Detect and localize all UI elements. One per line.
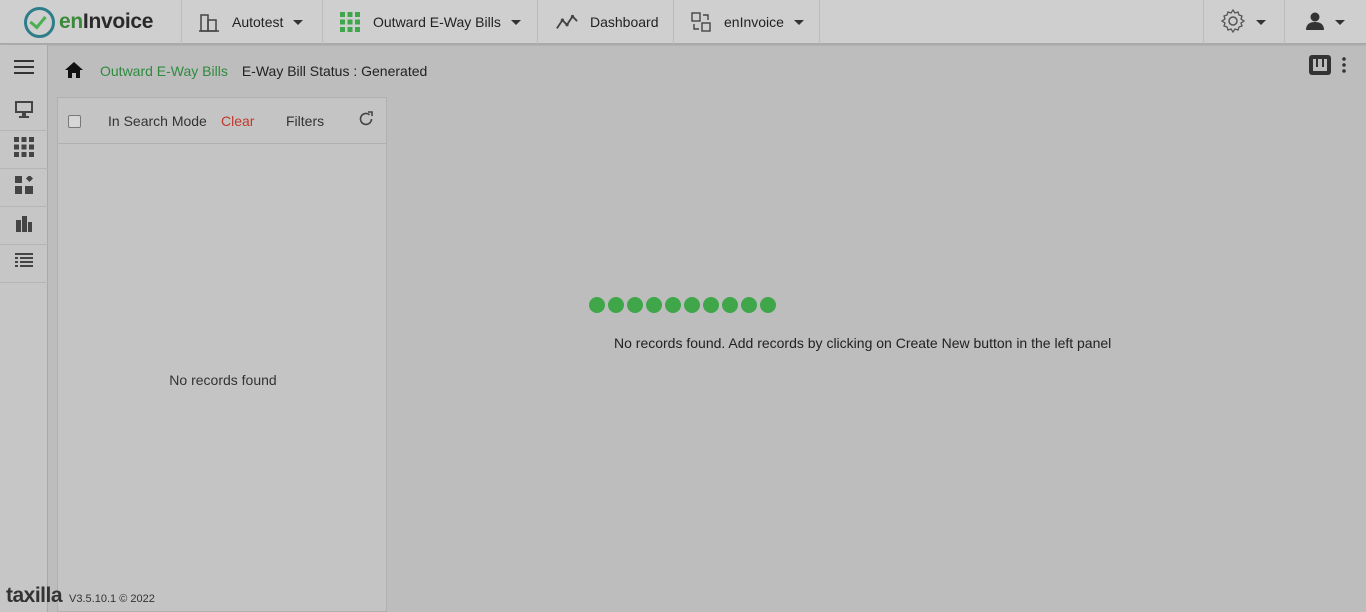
sidebar-item-widgets[interactable] xyxy=(0,169,48,207)
nav-dashboard-label: Dashboard xyxy=(590,14,659,30)
top-navigation-bar: enInvoice Autotest Outward E-Way Bills D… xyxy=(0,0,1366,44)
left-sidebar xyxy=(0,45,48,612)
breadcrumb-link[interactable]: Outward E-Way Bills xyxy=(100,63,228,79)
layout-toggle-icon[interactable] xyxy=(1308,54,1332,81)
loader-dot xyxy=(760,297,776,313)
breadcrumb: Outward E-Way Bills E-Way Bill Status : … xyxy=(64,60,427,82)
enInvoice-logo-icon xyxy=(24,6,55,38)
loader-dot xyxy=(703,297,719,313)
hamburger-icon xyxy=(14,59,34,80)
loader-dot xyxy=(684,297,700,313)
taxilla-logo: taxilla xyxy=(6,584,63,607)
loader-dot xyxy=(722,297,738,313)
widgets-icon xyxy=(15,174,34,199)
user-icon xyxy=(1305,11,1325,34)
chevron-down-icon xyxy=(1335,19,1345,25)
home-icon[interactable] xyxy=(64,61,84,82)
nav-app-label: Outward E-Way Bills xyxy=(373,14,501,30)
select-all-checkbox[interactable] xyxy=(68,115,81,128)
loader-dot xyxy=(665,297,681,313)
chevron-down-icon xyxy=(293,19,304,25)
building-icon xyxy=(15,214,33,237)
switch-icon xyxy=(690,11,712,33)
nav-app-selector[interactable]: Outward E-Way Bills xyxy=(322,0,537,44)
sidebar-item-apps[interactable] xyxy=(0,131,48,169)
loader-dot xyxy=(741,297,757,313)
nav-product-label: enInvoice xyxy=(724,14,784,30)
footer: taxilla V3.5.10.1 © 2022 xyxy=(6,584,155,607)
sidebar-item-organizations[interactable] xyxy=(0,207,48,245)
nav-product-switcher[interactable]: enInvoice xyxy=(673,0,820,44)
settings-menu[interactable] xyxy=(1203,0,1285,44)
list-icon xyxy=(15,253,33,274)
building-icon xyxy=(198,11,220,33)
gear-icon xyxy=(1220,8,1246,37)
grid-icon xyxy=(339,11,361,33)
loader-dot xyxy=(646,297,662,313)
list-toolbar: In Search Mode Clear Filters xyxy=(58,98,386,144)
main-empty-message: No records found. Add records by clickin… xyxy=(614,335,1112,351)
records-list-panel: In Search Mode Clear Filters No records … xyxy=(57,97,387,612)
nav-org-label: Autotest xyxy=(232,14,284,30)
chevron-down-icon xyxy=(510,19,521,25)
chevron-down-icon xyxy=(1256,19,1266,25)
trend-icon xyxy=(556,11,578,33)
chevron-down-icon xyxy=(793,19,804,25)
list-empty-message: No records found xyxy=(169,372,277,388)
clear-button[interactable]: Clear xyxy=(221,113,254,129)
user-menu[interactable] xyxy=(1284,0,1366,44)
nav-dashboard[interactable]: Dashboard xyxy=(537,0,674,44)
loading-indicator xyxy=(589,297,779,313)
grid-icon xyxy=(14,137,34,162)
filters-button[interactable]: Filters xyxy=(286,113,324,129)
version-label: V3.5.10.1 © 2022 xyxy=(69,593,155,605)
breadcrumb-current: E-Way Bill Status : Generated xyxy=(241,63,428,79)
sidebar-item-monitor[interactable] xyxy=(0,93,48,131)
sidebar-item-reports[interactable] xyxy=(0,245,48,283)
loader-dot xyxy=(589,297,605,313)
loader-dot xyxy=(627,297,643,313)
app-logo[interactable]: enInvoice xyxy=(24,6,153,38)
monitor-icon xyxy=(14,100,34,123)
more-options-icon[interactable] xyxy=(1342,57,1346,78)
search-mode-label: In Search Mode xyxy=(108,113,207,129)
refresh-icon[interactable] xyxy=(358,111,374,130)
menu-toggle-button[interactable] xyxy=(0,45,48,93)
view-actions xyxy=(1308,54,1346,81)
loader-dot xyxy=(608,297,624,313)
app-logo-text: enInvoice xyxy=(59,10,154,33)
nav-org-selector[interactable]: Autotest xyxy=(181,0,323,44)
